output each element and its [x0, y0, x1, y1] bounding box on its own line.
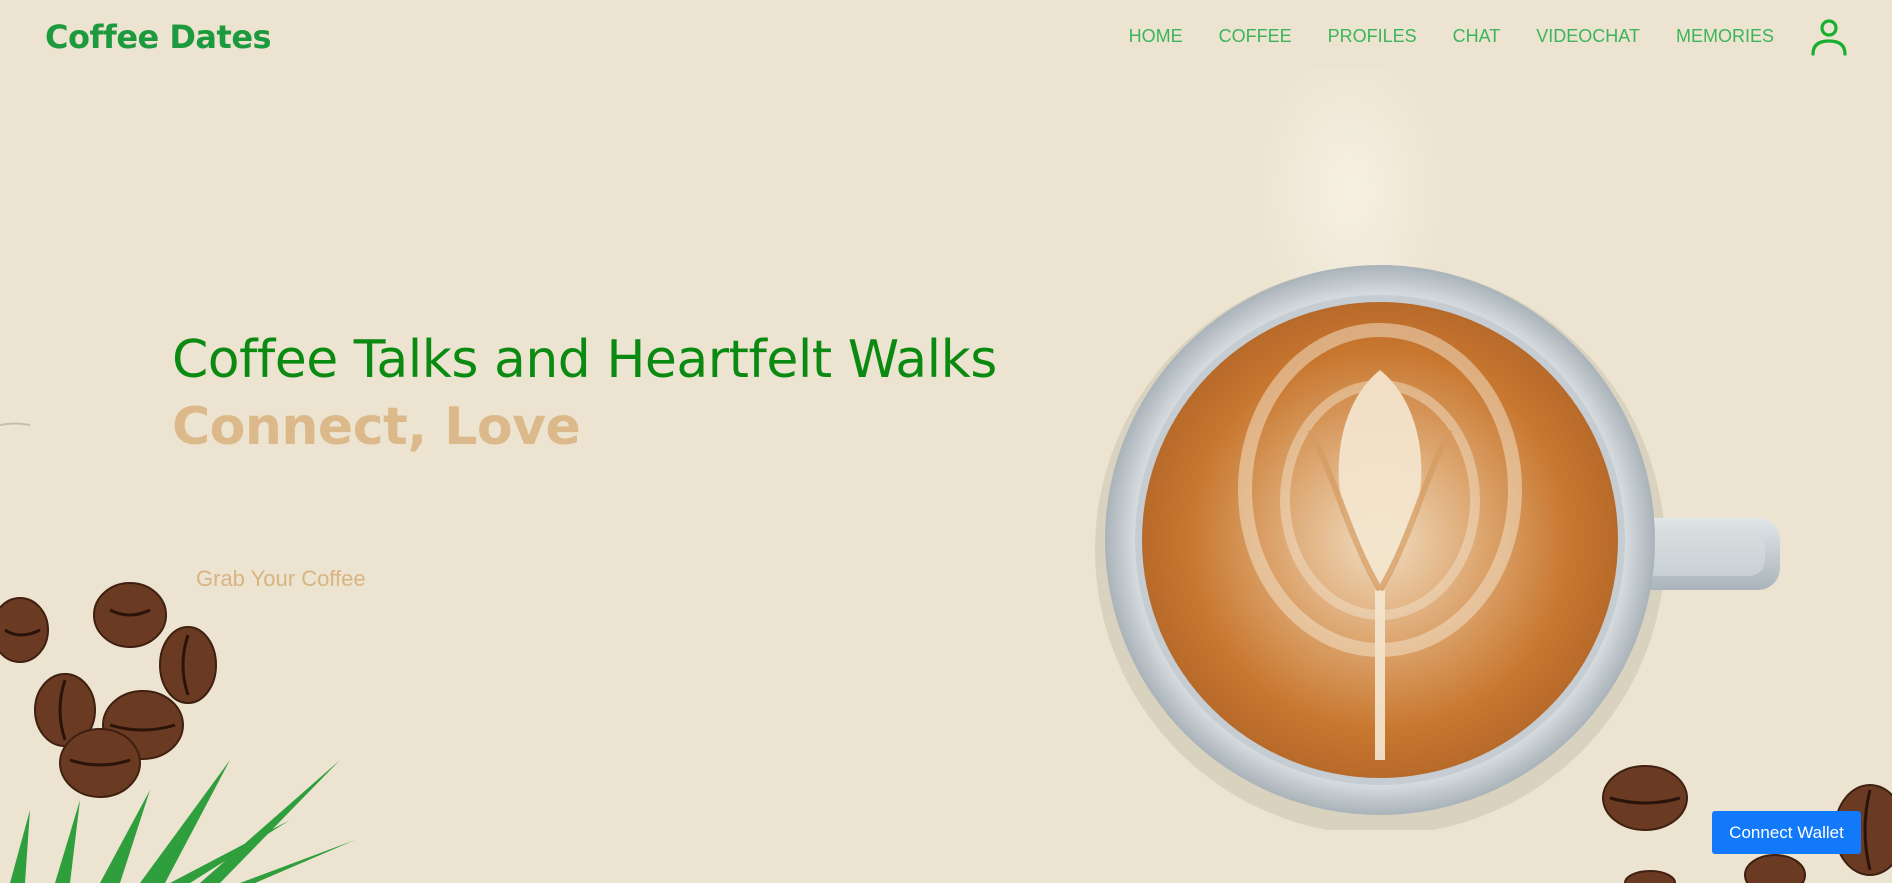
edge-decoration	[0, 422, 30, 426]
nav-chat[interactable]: CHAT	[1453, 26, 1501, 47]
nav-home[interactable]: HOME	[1129, 26, 1183, 47]
connect-wallet-button[interactable]: Connect Wallet	[1712, 811, 1861, 854]
user-icon[interactable]	[1810, 18, 1848, 56]
coffee-cup-image	[1095, 70, 1780, 830]
hero-subtitle: Connect, Love	[172, 397, 581, 457]
brand-logo[interactable]: Coffee Dates	[45, 18, 272, 56]
main-nav: HOME COFFEE PROFILES CHAT VIDEOCHAT MEMO…	[1129, 26, 1774, 47]
palm-leaf-image	[10, 760, 355, 883]
nav-coffee[interactable]: COFFEE	[1219, 26, 1292, 47]
nav-videochat[interactable]: VIDEOCHAT	[1536, 26, 1640, 47]
nav-profiles[interactable]: PROFILES	[1328, 26, 1417, 47]
nav-memories[interactable]: MEMORIES	[1676, 26, 1774, 47]
hero-title: Coffee Talks and Heartfelt Walks	[172, 330, 997, 390]
